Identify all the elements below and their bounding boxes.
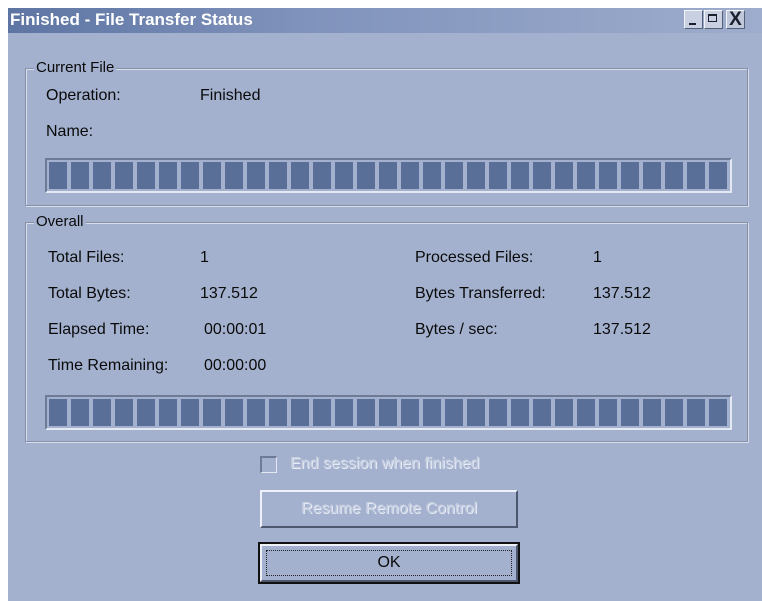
current-file-legend: Current File <box>34 59 117 77</box>
total-files-value: 1 <box>200 249 209 266</box>
overall-progress-bar <box>45 395 732 430</box>
current-file-progress-fill <box>49 162 728 189</box>
total-files-label: Total Files: <box>48 249 125 266</box>
total-bytes-value: 137.512 <box>200 285 258 302</box>
name-label: Name: <box>46 123 94 140</box>
close-button[interactable]: X <box>726 9 745 30</box>
ok-focus-rect <box>266 550 512 576</box>
minimize-icon <box>689 23 696 25</box>
resume-remote-control-button[interactable]: Resume Remote Control <box>260 490 518 528</box>
file-transfer-status-window: Finished - File Transfer Status X Curren… <box>8 8 762 601</box>
total-bytes-label: Total Bytes: <box>48 285 131 302</box>
title-bar[interactable]: Finished - File Transfer Status X <box>8 8 762 33</box>
current-file-progress-bar <box>45 158 732 193</box>
minimize-button[interactable] <box>684 10 703 29</box>
overall-legend: Overall <box>34 213 86 231</box>
current-file-group: Current File Operation: Finished Name: <box>25 59 748 206</box>
end-session-label: End session when finished <box>290 455 480 472</box>
window-title: Finished - File Transfer Status <box>10 10 253 29</box>
time-remaining-label: Time Remaining: <box>48 357 169 374</box>
operation-label: Operation: <box>46 87 121 104</box>
elapsed-time-label: Elapsed Time: <box>48 321 150 338</box>
maximize-button[interactable] <box>704 10 723 29</box>
processed-files-label: Processed Files: <box>415 249 534 266</box>
maximize-icon <box>708 14 717 22</box>
bytes-transferred-label: Bytes Transferred: <box>415 285 546 302</box>
resume-remote-control-label: Resume Remote Control <box>300 500 478 517</box>
bytes-transferred-value: 137.512 <box>593 285 651 302</box>
operation-value: Finished <box>200 87 261 104</box>
time-remaining-value: 00:00:00 <box>204 357 267 374</box>
overall-progress-fill <box>49 399 728 426</box>
ok-button[interactable]: OK <box>258 542 520 584</box>
elapsed-time-value: 00:00:01 <box>204 321 267 338</box>
bytes-per-sec-label: Bytes / sec: <box>415 321 498 338</box>
end-session-checkbox[interactable] <box>260 456 277 473</box>
bytes-per-sec-value: 137.512 <box>593 321 651 338</box>
overall-group: Overall Total Files: 1 Processed Files: … <box>25 213 748 442</box>
processed-files-value: 1 <box>593 249 602 266</box>
close-icon: X <box>729 9 742 30</box>
